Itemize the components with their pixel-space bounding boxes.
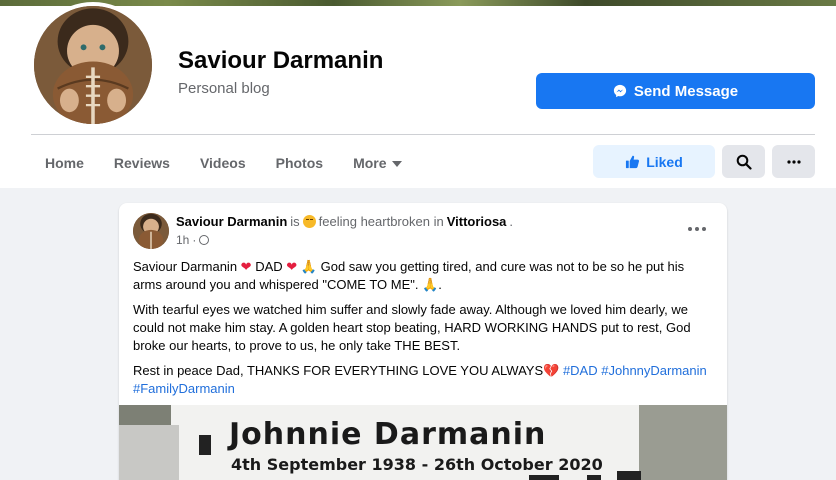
heart-icon: ❤ (286, 259, 298, 274)
broken-heart-icon: 💔 (543, 363, 560, 378)
post-header: Saviour Darmanin is feeling heartbroken … (176, 214, 514, 229)
post-feeling: feeling heartbroken in (318, 214, 444, 229)
image-shadow-right (639, 405, 727, 480)
post-meta: 1h · (176, 233, 210, 247)
tab-photos[interactable]: Photos (261, 146, 338, 180)
post-paragraph-1: Saviour Darmanin ❤ DAD ❤ 🙏 God saw you g… (133, 259, 685, 292)
page-tabs: Home Reviews Videos Photos More (30, 146, 417, 180)
tab-more[interactable]: More (338, 146, 416, 180)
liked-label: Liked (646, 153, 683, 170)
tab-label: Videos (199, 155, 246, 171)
praying-hands-icon: 🙏 (422, 277, 439, 292)
feed-post: Saviour Darmanin is feeling heartbroken … (119, 203, 727, 480)
tab-label: Reviews (113, 155, 170, 171)
caret-down-icon (391, 160, 402, 167)
search-icon (736, 154, 752, 170)
header-divider (31, 134, 815, 135)
post-image[interactable]: Johnnie Darmanin 4th September 1938 - 26… (119, 405, 727, 480)
thumbs-up-icon (626, 155, 640, 169)
post-more-button[interactable] (687, 221, 707, 237)
messenger-icon (613, 84, 627, 98)
liked-button[interactable]: Liked (593, 145, 715, 178)
page-title: Saviour Darmanin (178, 47, 384, 74)
post-paragraph-2: With tearful eyes we watched him suffer … (133, 302, 691, 353)
sad-face-icon (302, 215, 316, 228)
memorial-name: Johnnie Darmanin (229, 417, 547, 452)
post-author-name[interactable]: Saviour Darmanin (176, 214, 287, 229)
tab-home[interactable]: Home (30, 146, 99, 180)
more-options-button[interactable] (772, 145, 815, 178)
ellipsis-icon (786, 159, 801, 164)
hashtag-link[interactable]: #DAD (563, 363, 598, 378)
ellipsis-icon (688, 227, 692, 231)
post-paragraph-3: Rest in peace Dad, THANKS FOR EVERYTHING… (133, 363, 707, 396)
hashtag-link[interactable]: #FamilyDarmanin (133, 381, 235, 396)
post-author-avatar[interactable] (133, 213, 169, 249)
heart-icon: ❤ (240, 259, 252, 274)
tab-label: Photos (275, 155, 324, 171)
send-message-button[interactable]: Send Message (536, 73, 815, 109)
hashtag-link[interactable]: #JohnnyDarmanin (601, 363, 707, 378)
search-button[interactable] (722, 145, 765, 178)
tab-label: Home (45, 155, 84, 171)
tab-label: More (353, 155, 387, 171)
tab-reviews[interactable]: Reviews (99, 146, 185, 180)
image-shadow-left (119, 425, 179, 480)
praying-hands-icon: 🙏 (300, 259, 317, 274)
page-category: Personal blog (178, 80, 270, 97)
globe-icon (199, 235, 210, 245)
post-is-text: is (290, 214, 300, 229)
profile-avatar[interactable] (30, 2, 156, 128)
memorial-dates: 4th September 1938 - 26th October 2020 (231, 455, 603, 474)
page-header: Saviour Darmanin Personal blog Send Mess… (0, 2, 836, 188)
post-time[interactable]: 1h (176, 233, 189, 247)
post-body: Saviour Darmanin ❤ DAD ❤ 🙏 God saw you g… (133, 258, 713, 405)
send-message-label: Send Message (633, 82, 739, 100)
tab-videos[interactable]: Videos (185, 146, 261, 180)
post-location[interactable]: Vittoriosa (447, 214, 507, 229)
